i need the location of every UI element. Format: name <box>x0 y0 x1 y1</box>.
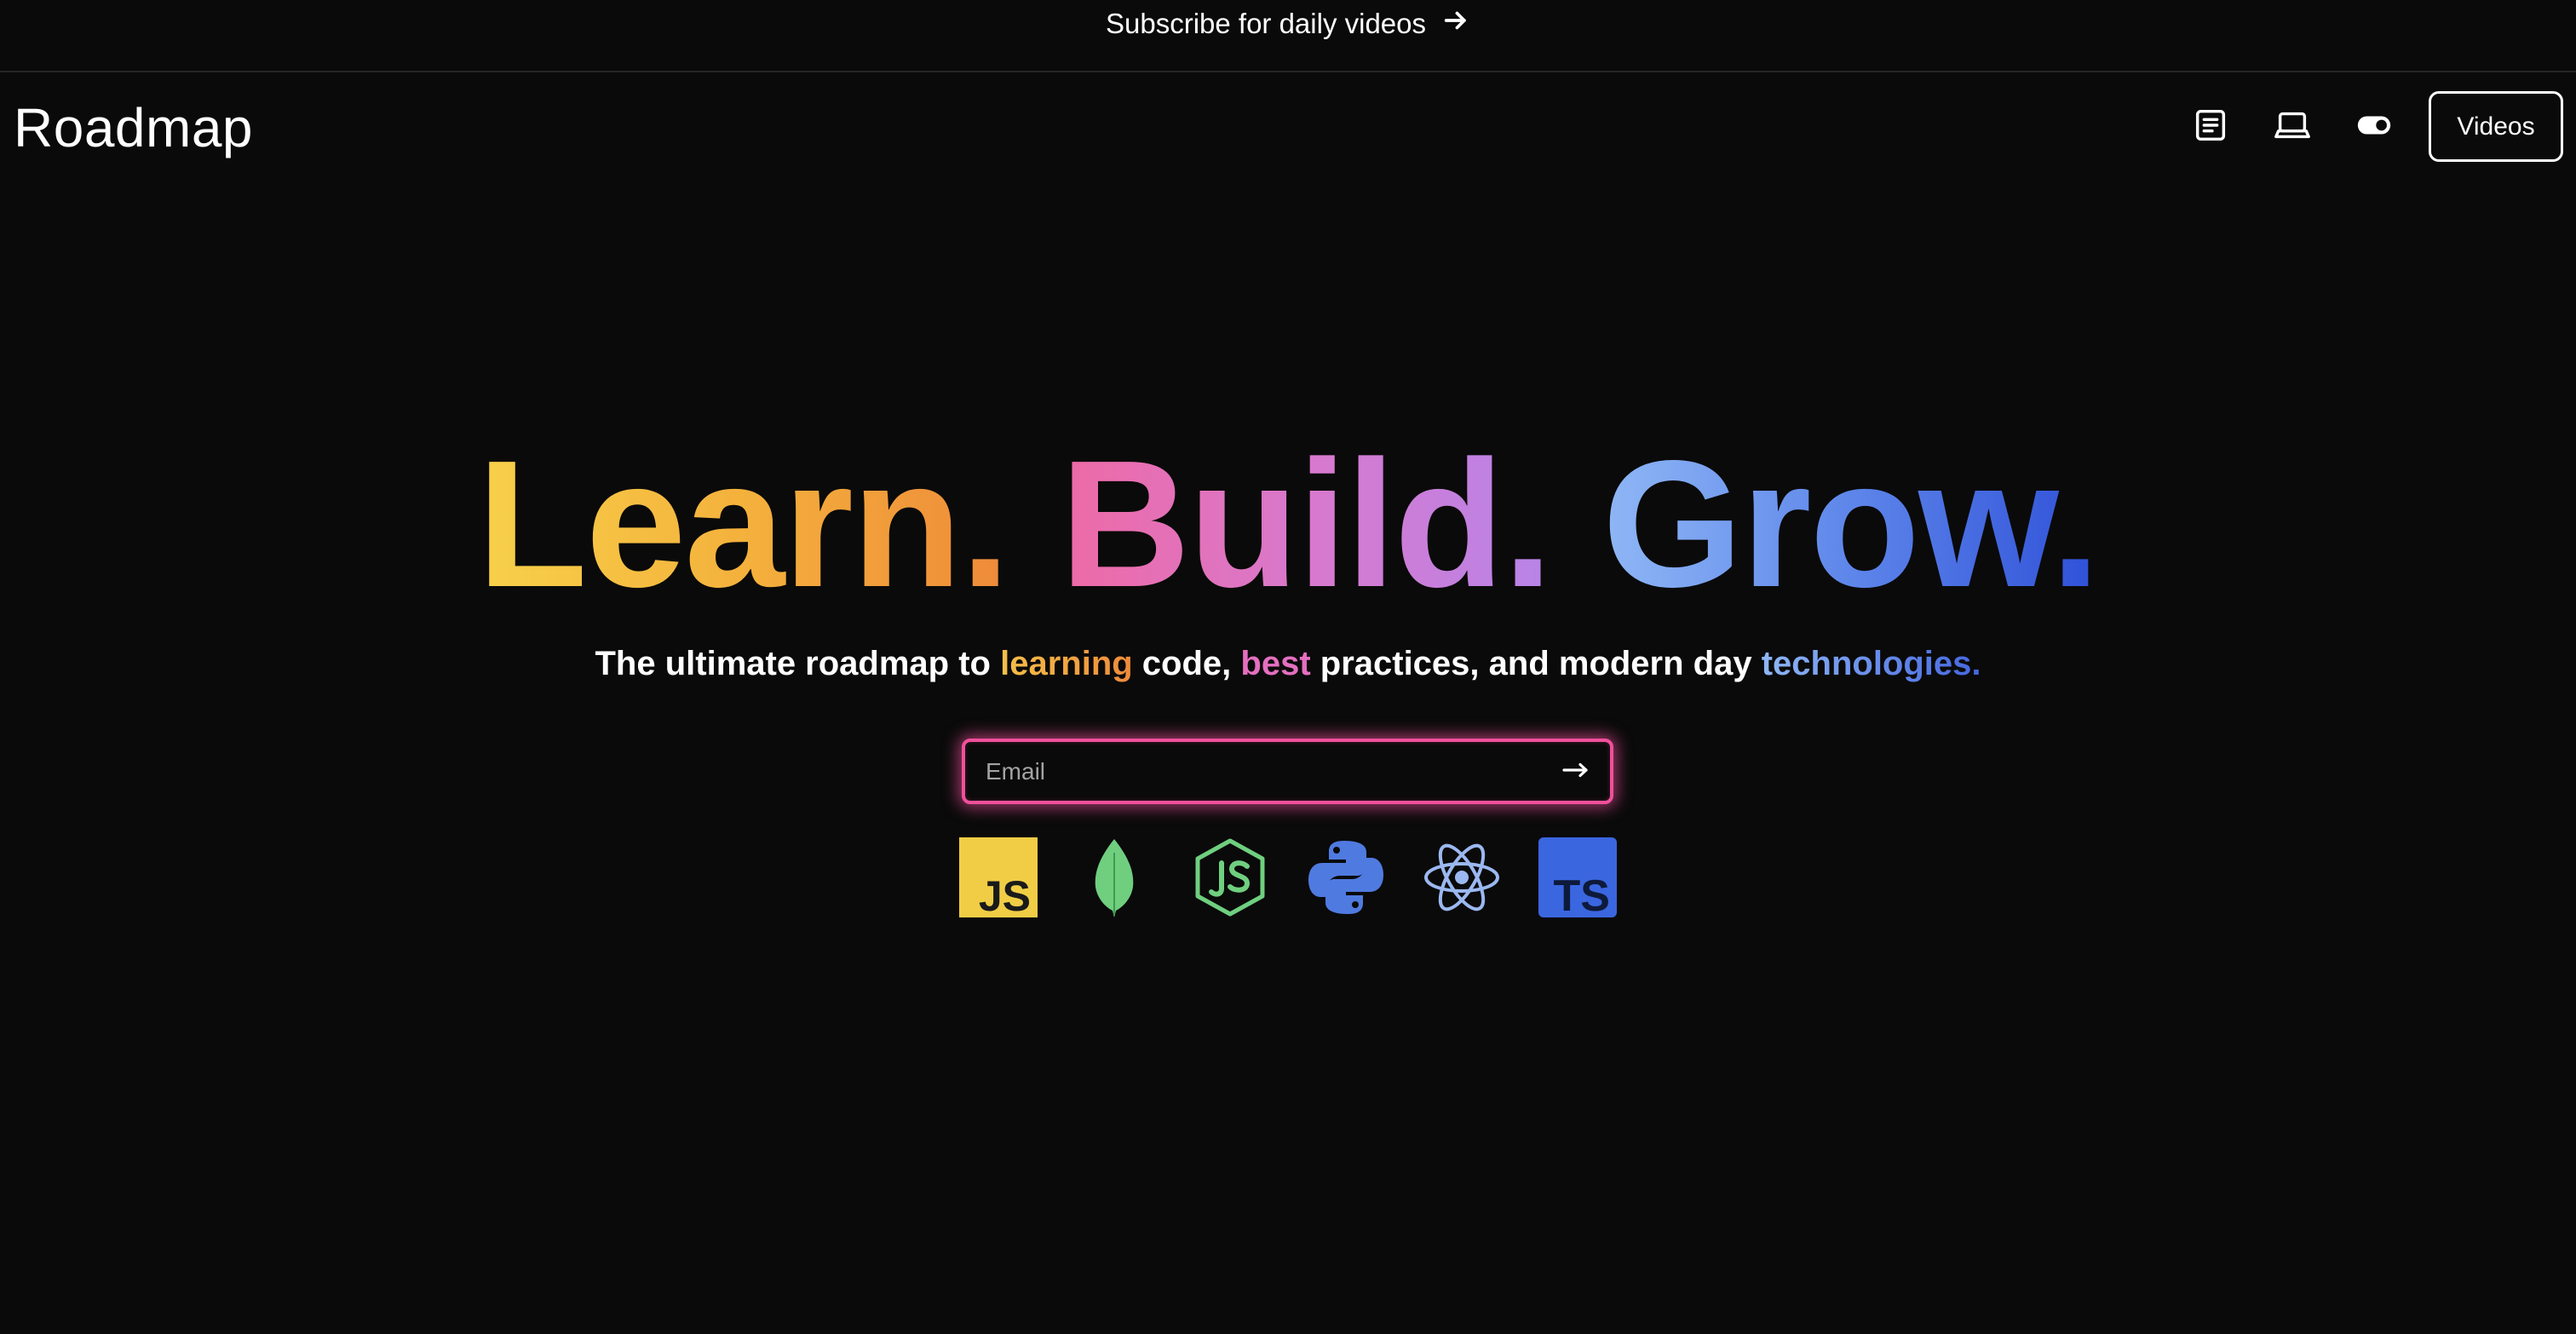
react-icon <box>1423 837 1501 917</box>
subscribe-link-label: Subscribe for daily videos <box>1105 7 1427 39</box>
headline-word-learn: Learn. <box>477 423 1010 624</box>
email-input[interactable] <box>965 742 1542 801</box>
subtitle-highlight-learning: learning <box>1000 645 1133 682</box>
subscribe-link[interactable]: Subscribe for daily videos <box>1106 6 1470 42</box>
subtitle-text-3: practices, and modern day <box>1310 645 1762 682</box>
javascript-icon: JS <box>959 837 1038 917</box>
javascript-icon-label: JS <box>979 872 1031 917</box>
email-submit-button[interactable] <box>1542 742 1610 801</box>
typescript-icon: TS <box>1538 837 1617 917</box>
landing-page: Subscribe for daily videos Roadmap Video… <box>0 0 2576 1334</box>
subtitle-highlight-technologies: technologies. <box>1761 645 1981 682</box>
subtitle-text-2: code, <box>1132 645 1241 682</box>
headline-word-grow: Grow. <box>1602 423 2101 624</box>
long-arrow-right-icon <box>1561 762 1590 781</box>
python-icon <box>1307 837 1385 917</box>
nodejs-icon <box>1191 837 1269 917</box>
notes-icon[interactable] <box>2186 101 2235 150</box>
email-signup-form <box>962 739 1613 804</box>
hero-headline: Learn. Build. Grow. <box>0 430 2576 618</box>
subtitle-text-1: The ultimate roadmap to <box>595 645 1001 682</box>
mongodb-icon <box>1075 837 1153 917</box>
laptop-icon[interactable] <box>2268 101 2317 150</box>
headline-word-build: Build. <box>1060 423 1553 624</box>
typescript-icon-label: TS <box>1554 871 1610 917</box>
announcement-bar: Subscribe for daily videos <box>0 0 2576 72</box>
arrow-right-icon <box>1441 6 1470 42</box>
site-logo[interactable]: Roadmap <box>14 94 253 162</box>
toggle-icon[interactable] <box>2349 101 2399 150</box>
subtitle-highlight-best: best <box>1240 645 1311 682</box>
hero-subtitle: The ultimate roadmap to learning code, b… <box>0 645 2576 683</box>
videos-button[interactable]: Videos <box>2429 91 2563 162</box>
